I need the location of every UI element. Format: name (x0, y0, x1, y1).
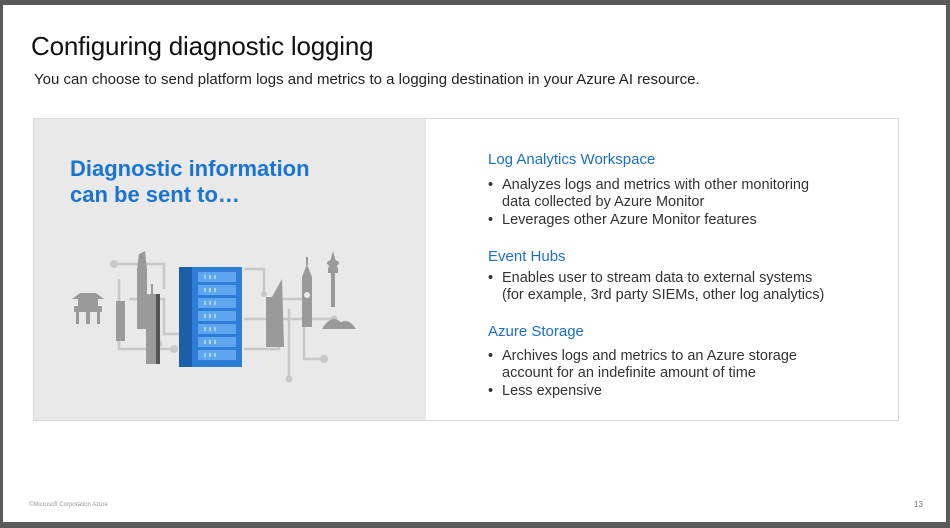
bullet-icon: • (488, 212, 494, 228)
bullet-line: Archives logs and metrics to an Azure st… (502, 348, 797, 364)
bullet-line: Leverages other Azure Monitor features (502, 212, 757, 228)
destinations-panel: Log Analytics Workspace • Analyzes logs … (426, 119, 898, 420)
footer-copyright: ©Microsoft Corporation Azure (29, 502, 108, 508)
bullet-line: (for example, 3rd party SIEMs, other log… (502, 287, 825, 303)
bullet-line: Enables user to stream data to external … (502, 270, 813, 286)
bullet-line: data collected by Azure Monitor (502, 194, 705, 210)
bullet-icon: • (488, 177, 494, 193)
section-title-event-hubs: Event Hubs (488, 248, 566, 265)
bullet-icon: • (488, 383, 494, 399)
bullet-icon: • (488, 348, 494, 364)
section-title-log-analytics: Log Analytics Workspace (488, 151, 656, 168)
bullet-line: Analyzes logs and metrics with other mon… (502, 177, 810, 193)
section-title-azure-storage: Azure Storage (488, 323, 584, 340)
bullet-icon: • (488, 270, 494, 286)
city-skyline-icon (72, 251, 356, 383)
slide-title: Configuring diagnostic logging (31, 31, 374, 61)
slide-subtitle: You can choose to send platform logs and… (34, 71, 700, 88)
bullet-line: Less expensive (502, 383, 602, 399)
illustration-panel: Diagnostic information can be sent to… (34, 119, 426, 420)
page-number: 13 (914, 500, 923, 509)
content-panel: Diagnostic information can be sent to… L… (33, 118, 899, 421)
server-rack-icon (179, 267, 242, 367)
slide: Configuring diagnostic logging You can c… (3, 5, 946, 522)
bullet-line: account for an indefinite amount of time (502, 365, 756, 381)
